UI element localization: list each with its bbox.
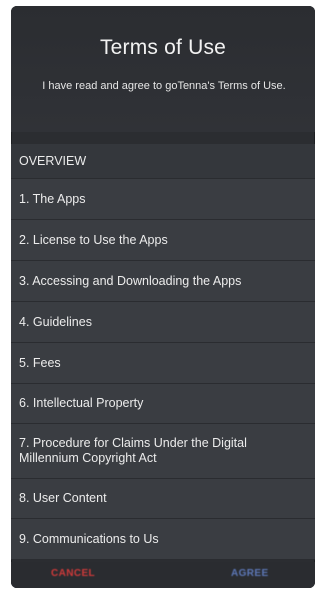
terms-section-list: OVERVIEW 1. The Apps 2. License to Use t… <box>11 144 315 560</box>
section-communications[interactable]: 9. Communications to Us <box>11 519 315 560</box>
section-guidelines[interactable]: 4. Guidelines <box>11 302 315 343</box>
section-fees[interactable]: 5. Fees <box>11 343 315 384</box>
page-title: Terms of Use <box>99 36 227 59</box>
terms-screen: Terms of Use I have read and agree to go… <box>11 6 315 588</box>
section-accessing-downloading[interactable]: 3. Accessing and Downloading the Apps <box>11 261 315 302</box>
section-the-apps[interactable]: 1. The Apps <box>11 179 315 220</box>
section-dmca-claims[interactable]: 7. Procedure for Claims Under the Digita… <box>11 424 315 479</box>
section-license[interactable]: 2. License to Use the Apps <box>11 220 315 261</box>
section-intellectual-property[interactable]: 6. Intellectual Property <box>11 384 315 424</box>
section-overview[interactable]: OVERVIEW <box>11 144 315 179</box>
agree-button[interactable]: AGREE <box>231 568 269 579</box>
agreement-text: I have read and agree to goTenna's Terms… <box>42 80 286 92</box>
section-user-content[interactable]: 8. User Content <box>11 479 315 519</box>
terms-header: Terms of Use I have read and agree to go… <box>11 6 315 132</box>
cancel-button[interactable]: CANCEL <box>51 568 95 579</box>
action-bar: CANCEL AGREE <box>11 562 315 588</box>
